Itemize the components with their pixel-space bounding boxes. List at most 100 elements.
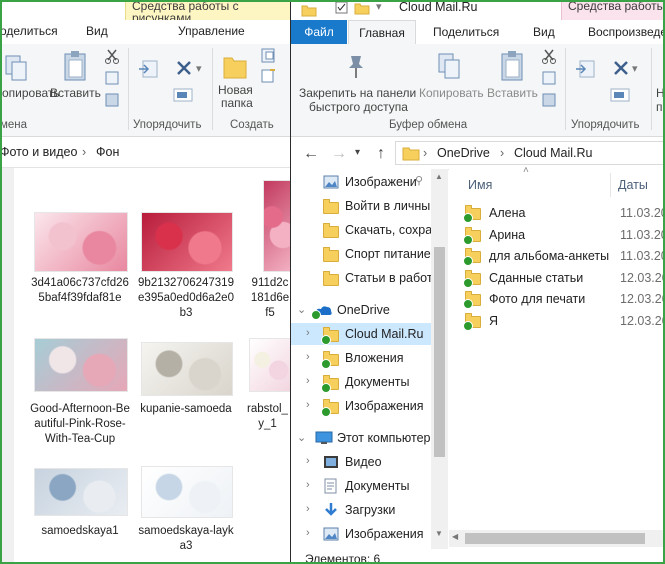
file-row[interactable]: Сданные статьи 12.03.201	[449, 267, 665, 289]
recent-locations-icon[interactable]: ▾	[355, 147, 360, 158]
move-to-icon[interactable]	[575, 58, 597, 83]
picture-tools-context-tab[interactable]: Средства работы с рисунками	[125, 0, 290, 24]
collapsed-chevron-icon[interactable]: ›	[306, 351, 310, 363]
paste-icon[interactable]	[62, 50, 88, 85]
new-folder-label-line2[interactable]: папка	[221, 97, 253, 110]
column-divider[interactable]	[610, 173, 611, 197]
left-address-bar[interactable]: Фото и видео › Фон	[0, 137, 290, 168]
expanded-chevron-icon[interactable]: ⌄	[297, 303, 306, 316]
file-row[interactable]: Алена 11.03.201	[449, 202, 665, 224]
scroll-down-icon[interactable]: ▼	[435, 529, 443, 538]
pin-label-line2[interactable]: быстрого доступа	[309, 100, 408, 114]
qat-dropdown-icon[interactable]: ▾	[376, 0, 382, 13]
copy-icon[interactable]	[4, 54, 28, 85]
tab-file[interactable]: Файл	[291, 20, 347, 44]
file-row[interactable]: Я 12.03.201	[449, 310, 665, 332]
scroll-left-icon[interactable]: ◀	[452, 532, 458, 541]
tree-item[interactable]: › Документы	[291, 371, 431, 393]
new-folder-label-partial[interactable]: Н	[656, 86, 665, 100]
thumbnail-image[interactable]	[141, 342, 233, 396]
tree-item[interactable]: › Видео	[291, 451, 431, 473]
move-to-icon[interactable]	[138, 58, 160, 83]
tab-share[interactable]: оделиться	[0, 24, 58, 38]
tree-item[interactable]: › Cloud Mail.Ru	[291, 323, 431, 345]
file-row[interactable]: Фото для печати 12.03.201	[449, 288, 665, 310]
column-header-date[interactable]: Даты	[618, 178, 648, 192]
thumbnail-image[interactable]	[141, 212, 233, 272]
paste-shortcut-icon[interactable]	[104, 92, 120, 111]
easy-access-icon[interactable]	[260, 68, 278, 87]
left-vertical-scrollbar[interactable]	[0, 168, 14, 564]
tab-manage[interactable]: Управление	[178, 24, 245, 38]
scroll-up-icon[interactable]: ▲	[435, 172, 443, 181]
breadcrumb-photos-video[interactable]: Фото и видео	[0, 145, 77, 159]
expanded-chevron-icon[interactable]: ⌄	[297, 431, 306, 444]
file-row[interactable]: Арина 11.03.201	[449, 224, 665, 246]
paste-label[interactable]: Вставить	[487, 86, 538, 100]
tree-item[interactable]: Статьи в работе	[291, 267, 439, 289]
breadcrumb-cloud-mail[interactable]: Cloud Mail.Ru	[514, 146, 593, 160]
tree-item[interactable]: › Загрузки	[291, 499, 431, 521]
thumbnail-image[interactable]	[34, 212, 128, 272]
tree-item[interactable]: › Документы	[291, 475, 431, 497]
tab-view[interactable]: Вид	[86, 24, 108, 38]
delete-dropdown-icon[interactable]: ▾	[632, 62, 638, 75]
tree-item[interactable]: Изображени ⚲	[291, 171, 431, 193]
tree-item[interactable]: › Изображения	[291, 395, 431, 417]
copy-icon[interactable]	[437, 52, 461, 83]
rename-icon[interactable]	[609, 86, 631, 107]
scrollbar-thumb[interactable]	[434, 247, 445, 457]
address-bar[interactable]: › OneDrive › Cloud Mail.Ru	[395, 141, 665, 165]
collapsed-chevron-icon[interactable]: ›	[306, 527, 310, 539]
collapsed-chevron-icon[interactable]: ›	[306, 399, 310, 411]
pin-icon[interactable]	[343, 54, 367, 83]
tree-item[interactable]: ⌄ OneDrive	[291, 299, 431, 321]
copy-label[interactable]: Копировать	[419, 86, 484, 100]
pin-label-line1[interactable]: Закрепить на панели	[299, 86, 416, 100]
thumbnail-image[interactable]	[249, 338, 290, 392]
breadcrumb-background[interactable]: Фон	[96, 145, 119, 159]
up-icon[interactable]: ↑	[377, 145, 385, 163]
thumbnail-image[interactable]	[34, 468, 128, 516]
horizontal-scrollbar-thumb[interactable]	[465, 533, 645, 544]
horizontal-scrollbar[interactable]: ◀	[449, 530, 665, 547]
tab-view[interactable]: Вид	[533, 20, 555, 44]
collapsed-chevron-icon[interactable]: ›	[306, 327, 310, 339]
copy-path-icon[interactable]	[104, 70, 120, 89]
rename-icon[interactable]	[172, 86, 194, 107]
thumbnail-image[interactable]	[34, 338, 128, 392]
file-row[interactable]: для альбома-анкеты 11.03.201	[449, 245, 665, 267]
delete-dropdown-icon[interactable]: ▾	[196, 62, 202, 75]
new-item-icon[interactable]	[260, 48, 278, 67]
qat-new-folder-icon[interactable]	[354, 1, 370, 18]
tab-home[interactable]: Главная	[348, 20, 416, 45]
collapsed-chevron-icon[interactable]: ›	[306, 503, 310, 515]
cut-icon[interactable]	[104, 48, 120, 67]
collapsed-chevron-icon[interactable]: ›	[306, 479, 310, 491]
thumbnail-image[interactable]	[263, 180, 290, 272]
delete-icon[interactable]	[611, 58, 633, 83]
tree-item[interactable]: Спорт питание	[291, 243, 431, 265]
forward-icon[interactable]: →	[331, 145, 347, 163]
paste-icon[interactable]	[499, 50, 525, 85]
tab-playback[interactable]: Воспроизведе	[588, 20, 665, 44]
tree-item[interactable]: Войти в личный	[291, 195, 437, 217]
tools-context-tab[interactable]: Средства работы	[561, 0, 665, 20]
qat-properties-icon[interactable]	[335, 1, 349, 18]
new-folder-label-partial-2[interactable]: п	[656, 100, 663, 114]
thumbnail-image[interactable]	[141, 466, 233, 518]
paste-label[interactable]: Вставить	[50, 86, 101, 100]
tree-item[interactable]: › Изображения	[291, 523, 431, 545]
tab-share[interactable]: Поделиться	[433, 20, 499, 44]
paste-shortcut-icon[interactable]	[541, 92, 557, 111]
tree-item[interactable]: Скачать, сохран	[291, 219, 439, 241]
collapsed-chevron-icon[interactable]: ›	[306, 455, 310, 467]
tree-item[interactable]: ⌄ Этот компьютер	[291, 427, 431, 449]
delete-icon[interactable]	[174, 58, 196, 83]
back-icon[interactable]: ←	[303, 145, 319, 163]
cut-icon[interactable]	[541, 48, 557, 67]
new-folder-icon[interactable]	[222, 52, 248, 83]
tree-item[interactable]: › Вложения	[291, 347, 431, 369]
column-header-name[interactable]: Имя	[468, 178, 492, 192]
navigation-pane-scrollbar[interactable]: ▲ ▼	[431, 169, 448, 549]
